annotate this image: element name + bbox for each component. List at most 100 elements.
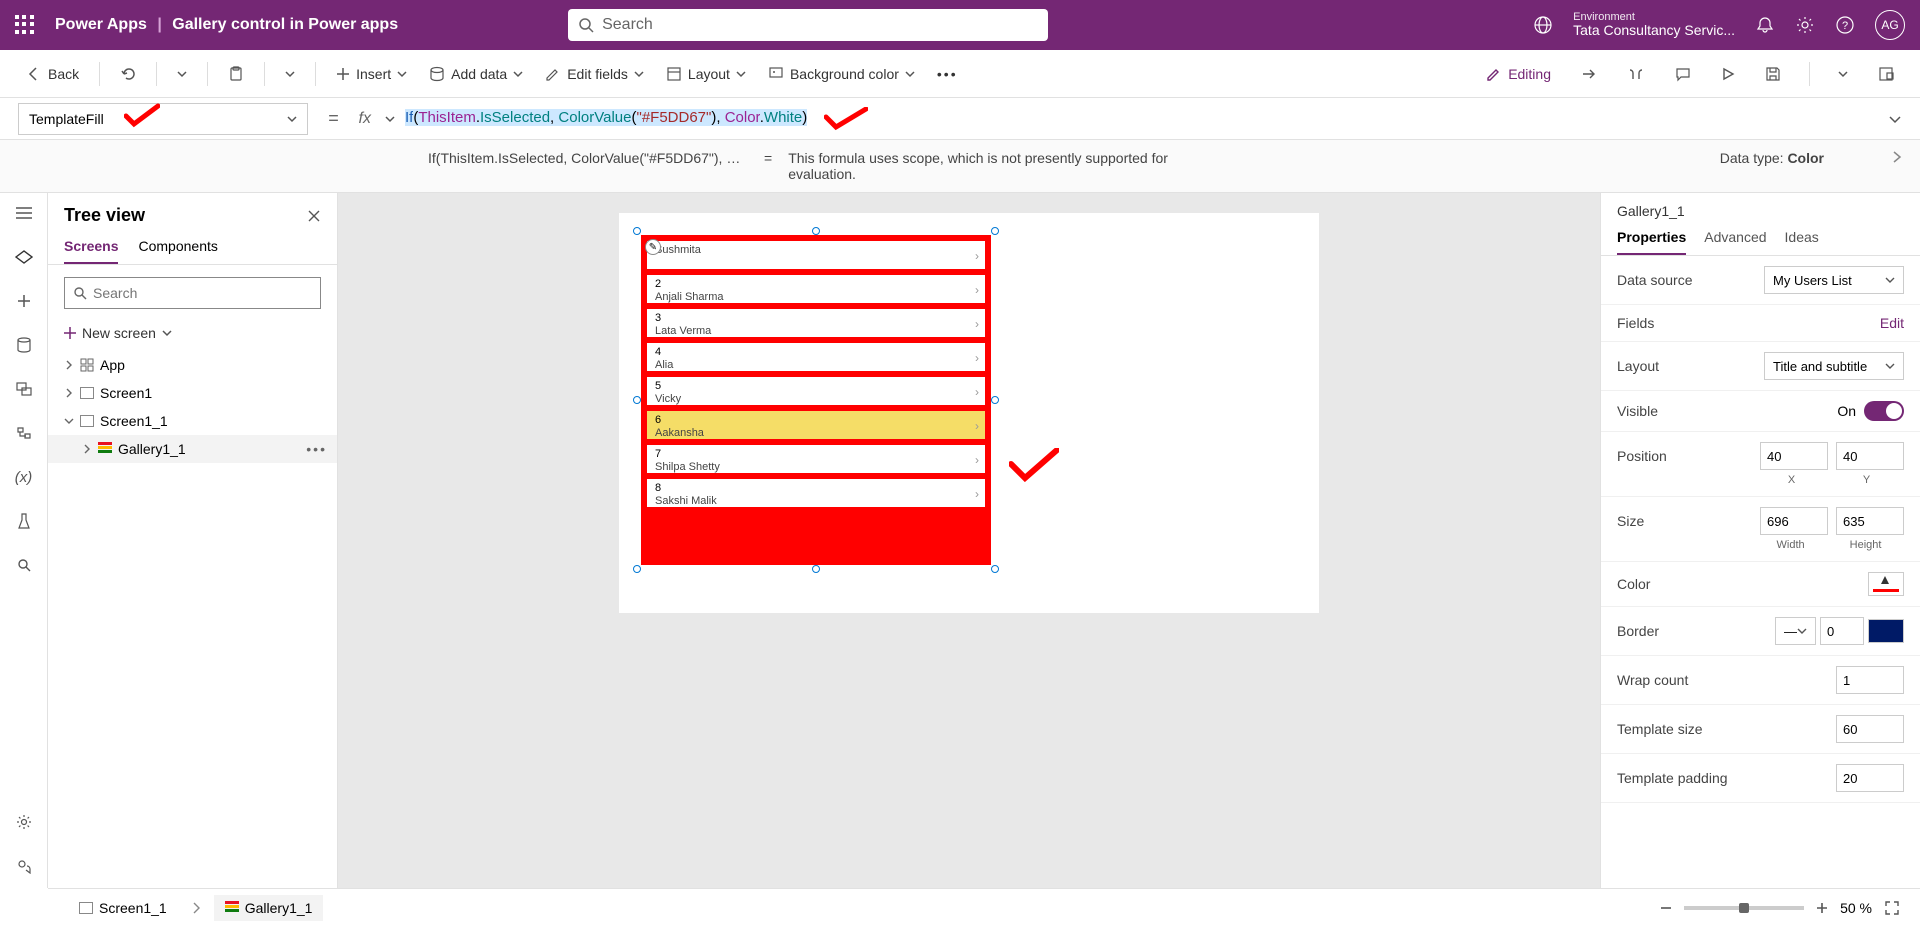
editing-mode[interactable]: Editing: [1480, 62, 1557, 86]
gallery-row[interactable]: 3Lata Verma›: [647, 309, 985, 343]
tpad-input[interactable]: [1836, 764, 1904, 792]
canvas-area: Sushmita›2Anjali Sharma›3Lata Verma›4Ali…: [338, 193, 1600, 888]
more-icon[interactable]: •••: [306, 441, 327, 457]
paste-button[interactable]: [222, 62, 250, 86]
gallery-row[interactable]: 7Shilpa Shetty›: [647, 445, 985, 479]
hamburger-icon[interactable]: [14, 203, 34, 223]
screen-icon: [80, 387, 94, 399]
new-screen-button[interactable]: New screen: [48, 321, 337, 351]
formula-help-bar: If(ThisItem.IsSelected, ColorValue("#F5D…: [0, 140, 1920, 193]
publish-icon[interactable]: [1872, 62, 1900, 86]
screen-canvas[interactable]: Sushmita›2Anjali Sharma›3Lata Verma›4Ali…: [619, 213, 1319, 613]
command-bar: Back Insert Add data Edit fields Layout …: [0, 50, 1920, 98]
notifications-icon[interactable]: [1755, 15, 1775, 35]
pos-x-input[interactable]: [1760, 442, 1828, 470]
formula-input[interactable]: If(ThisItem.IsSelected, ColorValue("#F5D…: [405, 107, 1878, 131]
zoom-out-icon[interactable]: [1660, 902, 1672, 914]
breadcrumb-gallery[interactable]: Gallery1_1: [214, 895, 324, 921]
gallery-control[interactable]: Sushmita›2Anjali Sharma›3Lata Verma›4Ali…: [641, 235, 991, 565]
overflow-button[interactable]: •••: [931, 62, 964, 86]
gallery-row[interactable]: Sushmita›: [647, 241, 985, 275]
edit-fields-link[interactable]: Edit: [1880, 315, 1904, 331]
gallery-icon: [98, 442, 112, 456]
back-button[interactable]: Back: [20, 62, 85, 86]
tsize-input[interactable]: [1836, 715, 1904, 743]
zoom-slider[interactable]: [1684, 906, 1804, 910]
help-icon[interactable]: ?: [1835, 15, 1855, 35]
global-search[interactable]: Search: [568, 9, 1048, 41]
expand-formula-icon[interactable]: [1888, 112, 1902, 126]
gallery-row[interactable]: 4Alia›: [647, 343, 985, 377]
position-label: Position: [1617, 448, 1667, 464]
insert-rail-icon[interactable]: [14, 291, 34, 311]
edit-fields-button[interactable]: Edit fields: [539, 62, 650, 86]
edit-template-icon[interactable]: ✎: [645, 239, 661, 255]
annotation-check-icon: [824, 107, 868, 131]
environment-picker[interactable]: Environment Tata Consultancy Servic...: [1573, 11, 1735, 38]
variables-rail-icon[interactable]: (x): [14, 467, 34, 487]
tree-search[interactable]: [64, 277, 321, 309]
zoom-in-icon[interactable]: [1816, 902, 1828, 914]
pos-y-input[interactable]: [1836, 442, 1904, 470]
visible-toggle[interactable]: [1864, 401, 1904, 421]
tab-ideas[interactable]: Ideas: [1785, 229, 1819, 255]
checker-icon[interactable]: [1621, 62, 1651, 86]
chevron-down-icon: [287, 114, 297, 124]
undo-button[interactable]: [114, 62, 142, 86]
tab-screens[interactable]: Screens: [64, 238, 118, 264]
tree-item-screen1-1[interactable]: Screen1_1: [48, 407, 337, 435]
undo-menu[interactable]: [171, 65, 193, 83]
user-avatar[interactable]: AG: [1875, 10, 1905, 40]
tree-item-gallery[interactable]: Gallery1_1•••: [48, 435, 337, 463]
tab-properties[interactable]: Properties: [1617, 229, 1686, 255]
tab-advanced[interactable]: Advanced: [1704, 229, 1766, 255]
share-icon[interactable]: [1575, 62, 1603, 86]
insert-button[interactable]: Insert: [330, 62, 413, 86]
tree-item-screen1[interactable]: Screen1: [48, 379, 337, 407]
next-icon[interactable]: [1874, 140, 1920, 192]
comments-icon[interactable]: [1669, 62, 1697, 86]
border-width-input[interactable]: [1820, 617, 1864, 645]
tree-view-icon[interactable]: [14, 247, 34, 267]
screen-icon: [79, 902, 93, 914]
data-rail-icon[interactable]: [14, 335, 34, 355]
border-style-select[interactable]: —: [1775, 617, 1816, 645]
breadcrumb-screen[interactable]: Screen1_1: [68, 895, 178, 921]
bg-color-button[interactable]: Background color: [762, 62, 921, 86]
media-rail-icon[interactable]: [14, 379, 34, 399]
settings-icon[interactable]: [1795, 15, 1815, 35]
border-color-swatch[interactable]: [1868, 619, 1904, 643]
ask-rail-icon[interactable]: [14, 856, 34, 876]
property-selector[interactable]: TemplateFill: [18, 103, 308, 135]
fx-chevron-icon[interactable]: [385, 114, 395, 124]
tree-title: Tree view: [64, 205, 145, 226]
save-icon[interactable]: [1759, 62, 1787, 86]
tree-item-app[interactable]: App: [48, 351, 337, 379]
layout-button[interactable]: Layout: [660, 62, 752, 86]
tools-rail-icon[interactable]: [14, 511, 34, 531]
height-input[interactable]: [1836, 507, 1904, 535]
paste-menu[interactable]: [279, 65, 301, 83]
gallery-row[interactable]: 2Anjali Sharma›: [647, 275, 985, 309]
save-menu[interactable]: [1832, 65, 1854, 83]
wrap-input[interactable]: [1836, 666, 1904, 694]
gallery-row[interactable]: 6Aakansha›: [647, 411, 985, 445]
add-data-button[interactable]: Add data: [423, 62, 529, 86]
settings-rail-icon[interactable]: [14, 812, 34, 832]
layout-select[interactable]: Title and subtitle: [1764, 352, 1904, 380]
size-label: Size: [1617, 513, 1644, 529]
gallery-row[interactable]: 8Sakshi Malik›: [647, 479, 985, 513]
waffle-icon[interactable]: [15, 15, 35, 35]
tab-components[interactable]: Components: [138, 238, 217, 264]
gallery-row[interactable]: 5Vicky›: [647, 377, 985, 411]
tree-search-input[interactable]: [93, 285, 312, 301]
width-input[interactable]: [1760, 507, 1828, 535]
search-rail-icon[interactable]: [14, 555, 34, 575]
annotation-check-icon: [1009, 448, 1059, 482]
color-swatch[interactable]: [1868, 572, 1904, 596]
datasource-select[interactable]: My Users List: [1764, 266, 1904, 294]
preview-icon[interactable]: [1715, 63, 1741, 85]
close-icon[interactable]: [307, 209, 321, 223]
flows-rail-icon[interactable]: [14, 423, 34, 443]
fit-icon[interactable]: [1884, 900, 1900, 916]
